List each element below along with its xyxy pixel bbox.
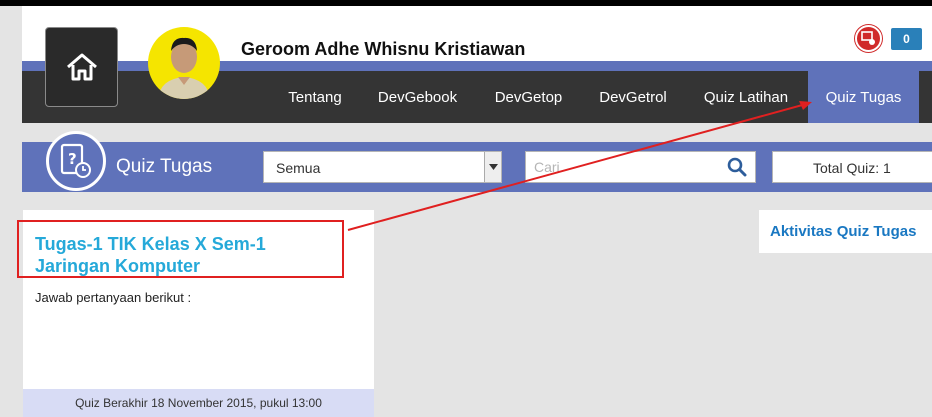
activity-panel-title: Aktivitas Quiz Tugas [770, 223, 917, 240]
notification-icon [861, 31, 875, 45]
quiz-card-description: Jawab pertanyaan berikut : [35, 290, 192, 305]
nav-item-devgetrol[interactable]: DevGetrol [584, 71, 682, 123]
avatar [148, 27, 220, 99]
person-photo [158, 37, 210, 99]
search-box [525, 151, 756, 183]
quiz-filter-select[interactable]: Semua [263, 151, 502, 183]
svg-text:?: ? [68, 150, 77, 168]
quiz-badge: ? [46, 131, 106, 191]
nav-item-devgebook[interactable]: DevGebook [362, 71, 473, 123]
annotation-highlight-box [17, 220, 344, 278]
notification-count-badge: 0 [891, 28, 922, 50]
search-input[interactable] [526, 152, 716, 182]
filter-selected-value: Semua [276, 160, 321, 176]
chevron-down-icon [484, 152, 501, 182]
nav-item-tentang[interactable]: Tentang [273, 71, 357, 123]
nav-item-quiz-latihan[interactable]: Quiz Latihan [690, 71, 802, 123]
nav-item-quiz-tugas[interactable]: Quiz Tugas [808, 71, 919, 123]
nav-item-devgetop[interactable]: DevGetop [480, 71, 577, 123]
quiz-section-title: Quiz Tugas [116, 156, 213, 177]
notification-button[interactable] [855, 25, 882, 52]
activity-panel: Aktivitas Quiz Tugas [759, 210, 932, 253]
home-button[interactable] [45, 27, 118, 107]
search-icon[interactable] [727, 157, 747, 177]
quiz-document-clock-icon: ? [60, 143, 91, 178]
total-quiz-count: Total Quiz: 1 [772, 151, 932, 183]
user-name: Geroom Adhe Whisnu Kristiawan [241, 39, 526, 59]
home-icon [66, 53, 97, 81]
quiz-card-deadline: Quiz Berakhir 18 November 2015, pukul 13… [23, 389, 374, 417]
